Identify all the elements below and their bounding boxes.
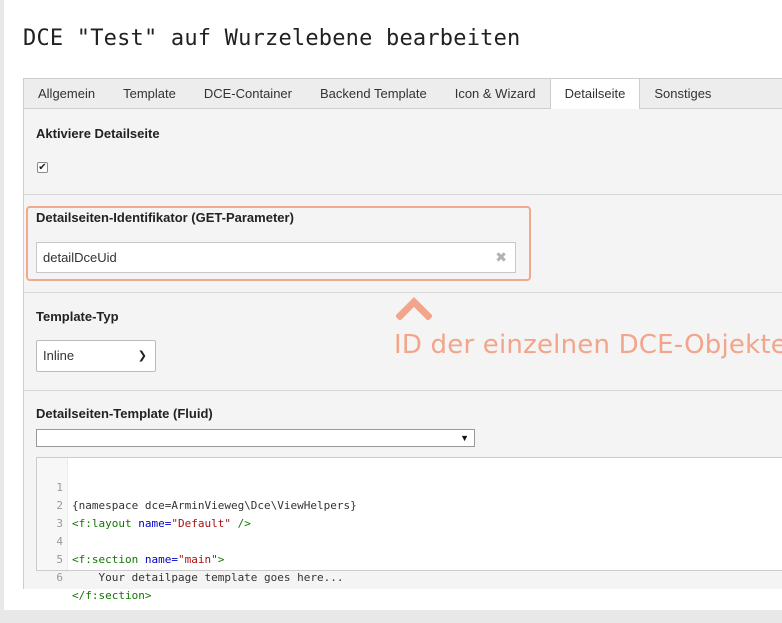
checkmark-icon: ✔ xyxy=(38,162,47,173)
detail-template-select[interactable]: ▼ xyxy=(36,429,475,447)
chevron-down-icon: ❯ xyxy=(137,350,147,362)
code-line: 3 xyxy=(37,497,777,530)
tab-icon-wizard[interactable]: Icon & Wizard xyxy=(441,79,550,108)
line-number: 6 xyxy=(56,571,63,584)
code-line: 5 Your detailpage template goes here... xyxy=(37,533,777,584)
section-enable-detail: Aktiviere Detailseite ✔ xyxy=(24,109,782,195)
code-text: </f:section> xyxy=(72,589,152,602)
code-line: 4 <f:section name="main"> xyxy=(37,515,777,566)
code-line: 2 <f:layout name="Default" /> xyxy=(37,479,777,530)
code-editor[interactable]: 1 {namespace dce=ArminVieweg\Dce\ViewHel… xyxy=(36,457,782,602)
template-type-value: Inline xyxy=(43,348,75,363)
highlight-box xyxy=(26,206,531,281)
caret-up-icon xyxy=(396,297,432,320)
code-line: 1 {namespace dce=ArminVieweg\Dce\ViewHel… xyxy=(37,461,777,512)
tab-template[interactable]: Template xyxy=(109,79,190,108)
enable-detail-label: Aktiviere Detailseite xyxy=(36,126,160,141)
tab-bar: Allgemein Template DCE-Container Backend… xyxy=(23,78,782,109)
edit-form-page: DCE "Test" auf Wurzelebene bearbeiten Al… xyxy=(4,0,782,610)
tab-dce-container[interactable]: DCE-Container xyxy=(190,79,306,108)
template-type-select[interactable]: Inline ❯ xyxy=(36,340,156,372)
detail-template-label: Detailseiten-Template (Fluid) xyxy=(36,406,213,421)
code-text: Your detailpage template goes here... xyxy=(72,571,344,584)
enable-detail-checkbox[interactable]: ✔ xyxy=(37,162,48,173)
annotation-text: ID der einzelnen DCE-Objekte xyxy=(394,330,782,360)
tab-backend-template[interactable]: Backend Template xyxy=(306,79,441,108)
tab-detailseite[interactable]: Detailseite xyxy=(549,79,641,109)
code-line: 6 </f:section> xyxy=(37,551,777,602)
tab-allgemein[interactable]: Allgemein xyxy=(24,79,109,108)
template-type-label: Template-Typ xyxy=(36,309,119,324)
page-title: DCE "Test" auf Wurzelebene bearbeiten xyxy=(23,26,521,51)
tab-sonstiges[interactable]: Sonstiges xyxy=(640,79,725,108)
dropdown-arrow-icon: ▼ xyxy=(460,433,469,443)
